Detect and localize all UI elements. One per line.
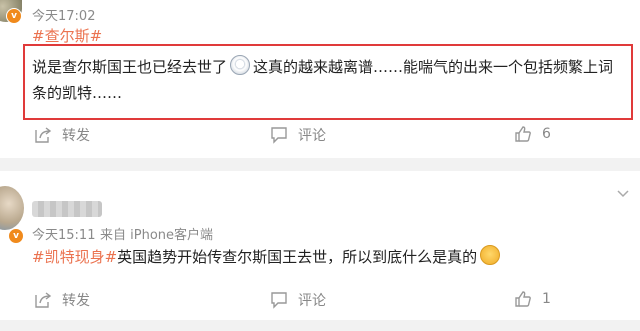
like-button[interactable]: 1 xyxy=(514,290,551,308)
comment-button[interactable]: 评论 xyxy=(270,125,326,145)
thumbs-up-icon xyxy=(515,126,531,142)
chevron-down-icon[interactable] xyxy=(617,186,629,202)
post-text: 说是查尔斯国王也已经去世了 这真的越来越离谱……能喘气的出来一个包括频繁上词 条的… xyxy=(32,54,632,106)
comment-icon xyxy=(271,127,287,144)
post-timestamp: 今天15:11 xyxy=(32,228,96,243)
post-text-part: 说是查尔斯国王也已经去世了 xyxy=(32,58,228,76)
share-button[interactable]: 转发 xyxy=(34,290,90,310)
share-label: 转发 xyxy=(62,128,90,144)
share-button[interactable]: 转发 xyxy=(34,125,90,145)
feed-divider xyxy=(0,320,640,331)
like-count: 1 xyxy=(542,291,551,307)
dizzy-face-emoji-icon xyxy=(230,55,251,75)
thinking-face-emoji-icon xyxy=(480,245,501,265)
share-label: 转发 xyxy=(62,293,90,309)
post-text: #凯特现身#英国趋势开始传查尔斯国王去世，所以到底什么是真的 xyxy=(32,244,632,270)
comment-label: 评论 xyxy=(298,128,326,144)
post-text-part: 英国趋势开始传查尔斯国王去世，所以到底什么是真的 xyxy=(117,248,478,266)
post-source: 来自 iPhone客户端 xyxy=(100,228,214,243)
share-icon xyxy=(35,127,52,143)
verified-badge-icon: v xyxy=(6,8,22,24)
hashtag-link[interactable]: #凯特现身# xyxy=(32,248,117,266)
like-count: 6 xyxy=(542,126,551,142)
post-timestamp: 今天17:02 xyxy=(32,9,96,24)
comment-label: 评论 xyxy=(298,293,326,309)
post-text-part: 这真的越来越离谱……能喘气的出来一个包括频繁上词 xyxy=(253,58,614,76)
like-button[interactable]: 6 xyxy=(514,125,551,143)
post-text-line: 条的凯特…… xyxy=(32,84,123,102)
verified-badge-icon: v xyxy=(8,228,24,244)
avatar[interactable] xyxy=(0,186,24,230)
feed-divider xyxy=(0,158,640,171)
thumbs-up-icon xyxy=(515,291,531,307)
hashtag-link[interactable]: #查尔斯# xyxy=(32,25,102,46)
blurred-username[interactable] xyxy=(32,201,102,217)
comment-icon xyxy=(271,292,287,309)
comment-button[interactable]: 评论 xyxy=(270,290,326,310)
share-icon xyxy=(35,292,52,308)
